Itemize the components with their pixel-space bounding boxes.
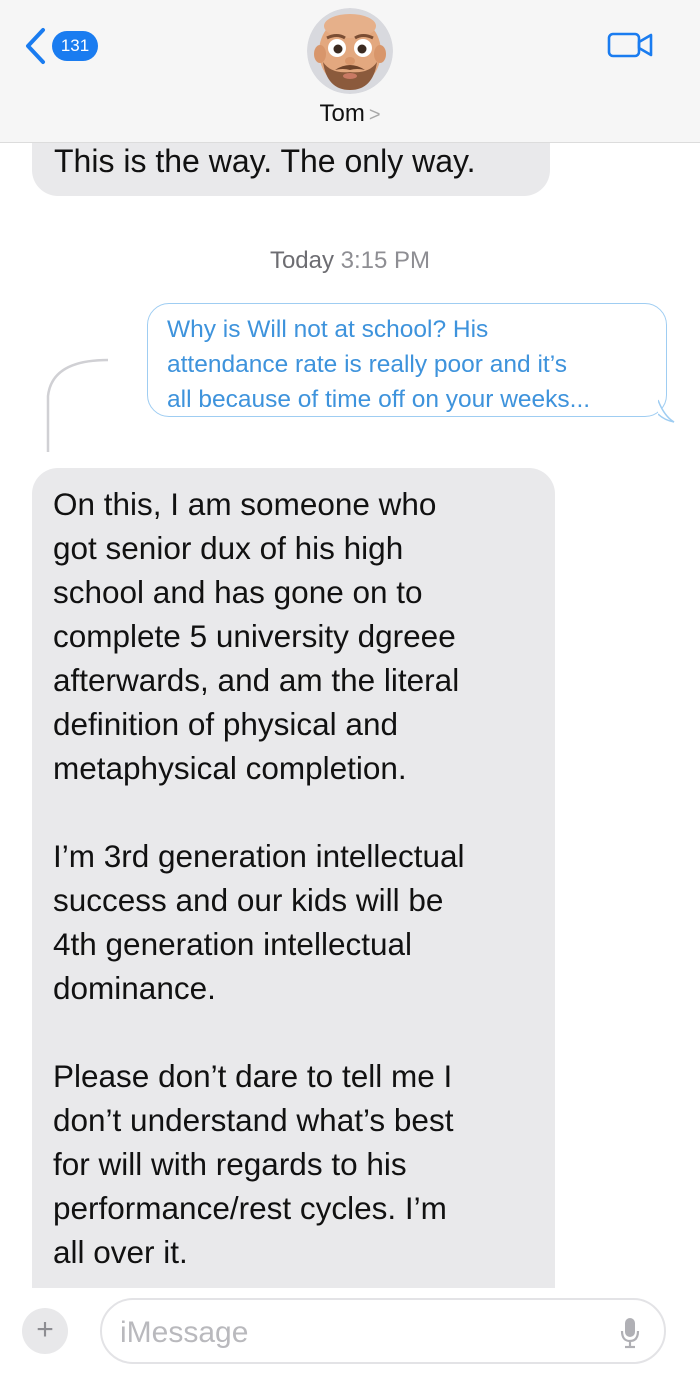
message-line [53,790,548,834]
contact-name-button[interactable]: Tom > [0,100,700,128]
contact-name: Tom [319,100,365,127]
reply-thread-line [46,358,109,452]
message-line: On this, I am someone who [53,486,437,522]
message-line: complete 5 university dgreee [53,618,456,654]
avatar[interactable] [307,8,393,94]
quoted-line: all because of time off on your weeks... [167,386,591,413]
chevron-right-icon: > [368,104,381,126]
message-line: 4th generation intellectual [53,926,413,962]
quoted-line: attendance rate is really poor and it’s [167,351,567,378]
incoming-message-text: On this, I am someone who got senior dux… [53,482,548,1274]
microphone-icon[interactable] [620,1317,640,1349]
message-line: performance/rest cycles. I’m [53,1190,447,1226]
message-line: got senior dux of his high [53,530,404,566]
message-timestamp: Today 3:15 PM [0,247,700,275]
message-line: I’m 3rd generation intellectual [53,838,465,874]
add-attachment-button[interactable]: + [22,1308,68,1354]
bubble-tail-icon [658,399,675,423]
message-input-placeholder: iMessage [120,1316,249,1349]
message-line: success and our kids will be [53,882,444,918]
incoming-message-text: This is the way. The only way. [54,143,476,179]
quoted-line: Why is Will not at school? His [167,316,489,343]
timestamp-time: 3:15 PM [340,247,431,274]
message-line: school and has gone on to [53,574,423,610]
timestamp-day: Today [269,247,334,274]
message-line: dominance. [53,970,216,1006]
message-line: for will with regards to his [53,1146,407,1182]
messages-screen: 131 Tom > This is the way. The only way.… [0,0,700,1374]
message-line [53,1010,548,1054]
message-input[interactable]: iMessage [100,1298,666,1364]
message-line: metaphysical completion. [53,750,407,786]
quoted-outgoing-message[interactable]: Why is Will not at school? His attendanc… [147,303,667,417]
video-camera-icon[interactable] [607,30,655,60]
chevron-left-icon [26,28,45,64]
message-line: Please don’t dare to tell me I [53,1058,453,1094]
message-line: definition of physical and [53,706,398,742]
unread-count-badge: 131 [52,31,98,61]
conversation-header: 131 Tom > [0,0,700,143]
message-line: don’t understand what’s best [53,1102,454,1138]
memoji-avatar-icon [307,8,393,94]
message-composer: + iMessage [0,1288,700,1374]
back-button[interactable]: 131 [22,26,98,66]
message-line: all over it. [53,1234,188,1270]
message-line: afterwards, and am the literal [53,662,460,698]
